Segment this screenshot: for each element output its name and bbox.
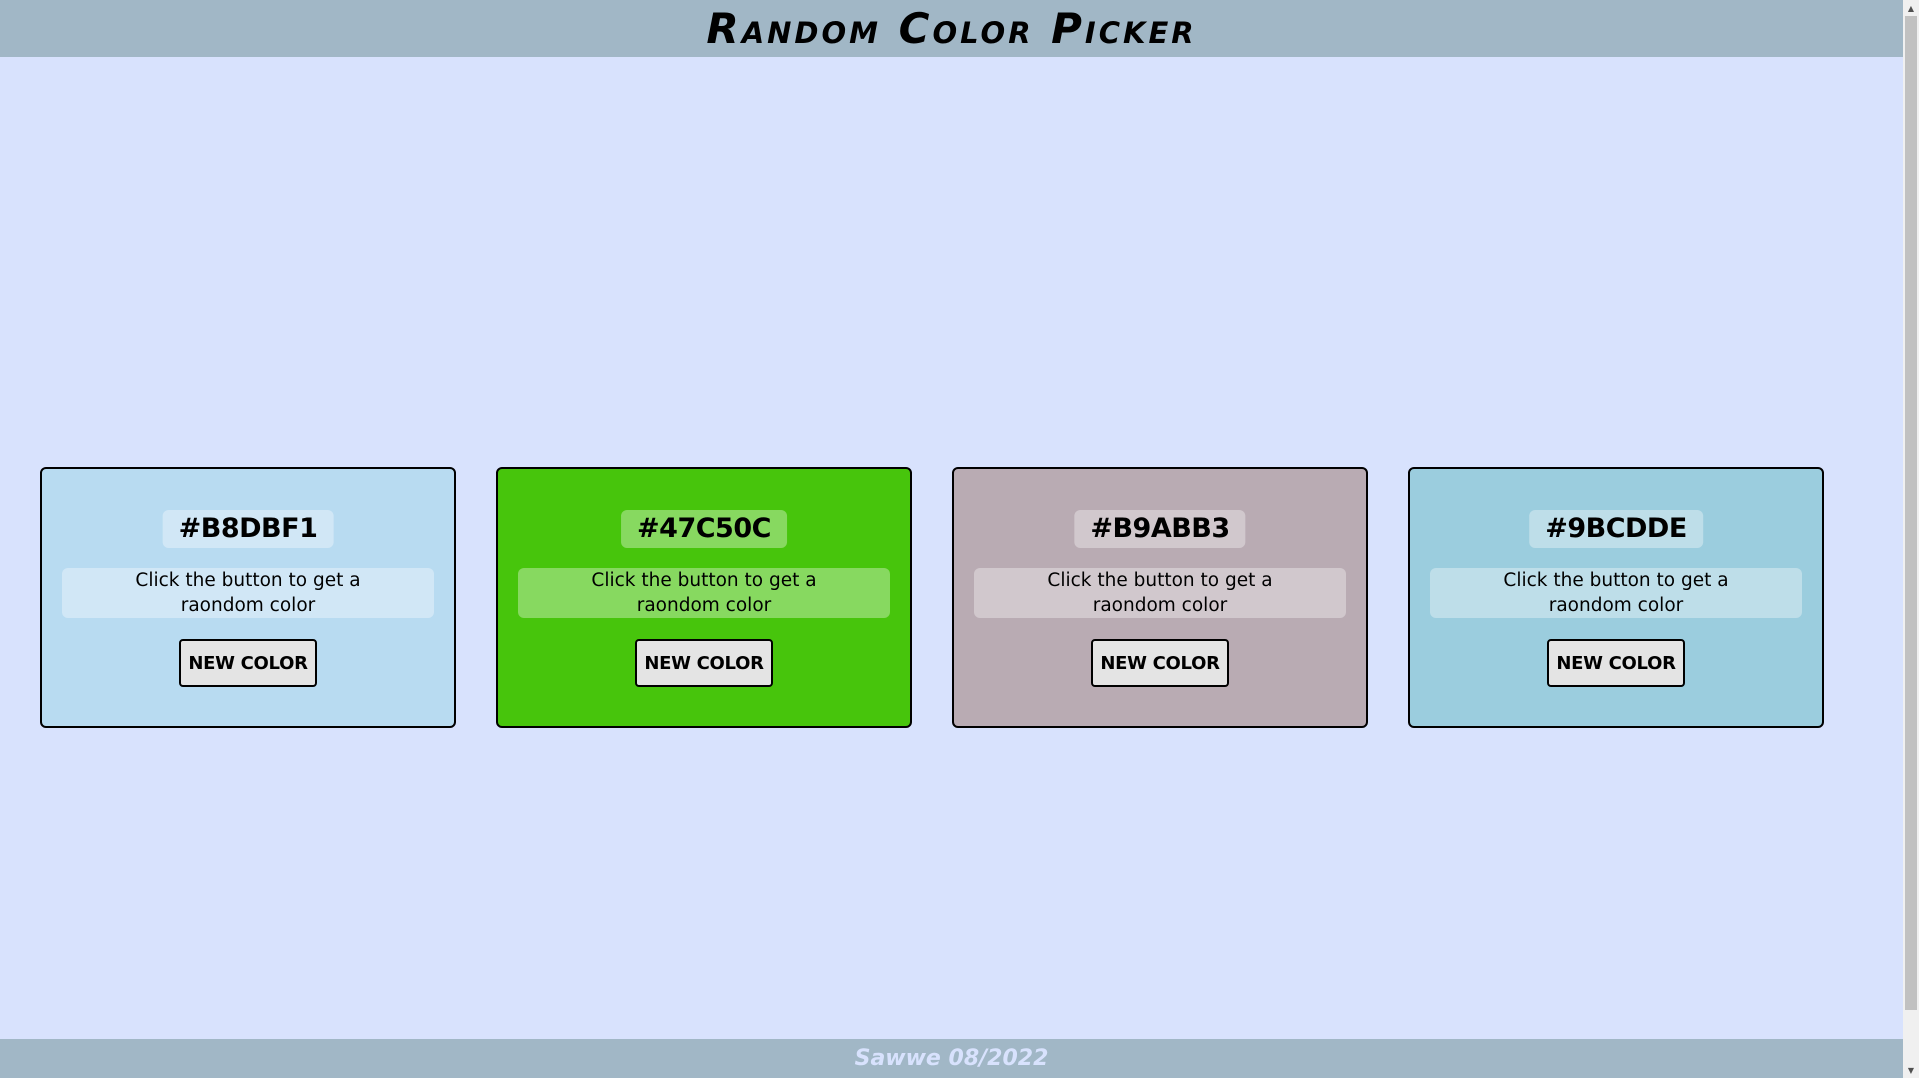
hex-code-label: #9BCDDE bbox=[1529, 510, 1703, 548]
page: Random Color Picker #B8DBF1 Click the bu… bbox=[0, 0, 1903, 1078]
new-color-button[interactable]: NEW COLOR bbox=[179, 639, 317, 687]
hex-code-label: #47C50C bbox=[621, 510, 787, 548]
footer-credit: Sawwe 08/2022 bbox=[854, 1046, 1049, 1071]
color-card: #47C50C Click the button to get a raondo… bbox=[496, 467, 912, 728]
vertical-scrollbar[interactable]: ▲ ▼ bbox=[1903, 0, 1919, 1078]
color-cards: #B8DBF1 Click the button to get a raondo… bbox=[40, 467, 1824, 728]
scroll-down-arrow-icon[interactable]: ▼ bbox=[1903, 1062, 1919, 1078]
instruction-text: Click the button to get a raondom color bbox=[518, 568, 890, 618]
instruction-text: Click the button to get a raondom color bbox=[974, 568, 1346, 618]
color-card: #B8DBF1 Click the button to get a raondo… bbox=[40, 467, 456, 728]
color-card: #9BCDDE Click the button to get a raondo… bbox=[1408, 467, 1824, 728]
scroll-up-arrow-icon[interactable]: ▲ bbox=[1903, 0, 1919, 16]
instruction-text: Click the button to get a raondom color bbox=[62, 568, 434, 618]
footer-bar: Sawwe 08/2022 bbox=[0, 1039, 1903, 1078]
new-color-button[interactable]: NEW COLOR bbox=[635, 639, 773, 687]
new-color-button[interactable]: NEW COLOR bbox=[1547, 639, 1685, 687]
page-title: Random Color Picker bbox=[706, 4, 1197, 53]
new-color-button[interactable]: NEW COLOR bbox=[1091, 639, 1229, 687]
instruction-text: Click the button to get a raondom color bbox=[1430, 568, 1802, 618]
scrollbar-thumb[interactable] bbox=[1905, 16, 1917, 1010]
hex-code-label: #B9ABB3 bbox=[1074, 510, 1246, 548]
color-card: #B9ABB3 Click the button to get a raondo… bbox=[952, 467, 1368, 728]
hex-code-label: #B8DBF1 bbox=[162, 510, 334, 548]
top-bar: Random Color Picker bbox=[0, 0, 1903, 57]
